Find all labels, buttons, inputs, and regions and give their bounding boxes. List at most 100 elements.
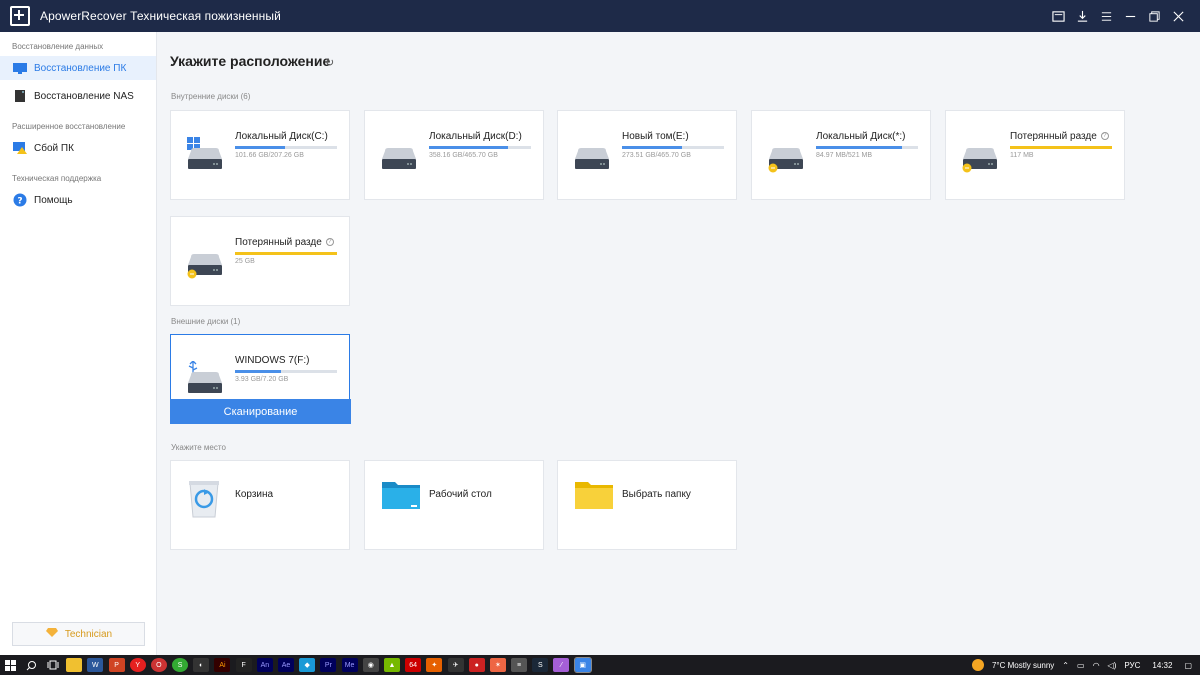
clock[interactable]: 14:32: [1152, 661, 1172, 670]
usage-bar-fill: [816, 146, 902, 149]
sidebar-group-label: Восстановление данных: [12, 42, 104, 51]
volume-icon[interactable]: ◁): [1108, 661, 1117, 670]
wifi-icon[interactable]: ◠: [1093, 661, 1100, 670]
window-controls: [1046, 0, 1190, 32]
question-icon[interactable]: ?: [325, 238, 334, 247]
usage-bar: [235, 370, 337, 373]
chevron-up-icon[interactable]: ⌃: [1062, 661, 1069, 670]
usage-bar-fill: [235, 146, 285, 149]
app-icon[interactable]: ◆: [299, 658, 316, 672]
sidebar-item-label: Восстановление NAS: [34, 90, 134, 102]
usage-bar-fill: [235, 252, 337, 255]
sidebar-item-pc-crash[interactable]: Сбой ПК: [0, 136, 156, 160]
window-title: ApowerRecover Техническая пожизненный: [40, 9, 281, 23]
close-icon[interactable]: [1166, 4, 1190, 28]
hard-drive-icon: [187, 243, 225, 284]
notifications-icon[interactable]: ▢: [1184, 661, 1192, 670]
hard-drive-icon: [962, 137, 1000, 178]
sidebar: Восстановление данных Восстановление ПК …: [0, 32, 157, 655]
search-icon[interactable]: [24, 658, 40, 672]
usage-bar: [622, 146, 724, 149]
menu-icon[interactable]: [1094, 4, 1118, 28]
usage-bar-fill: [622, 146, 683, 149]
help-icon: ?: [12, 193, 28, 207]
language-indicator[interactable]: РУС: [1124, 661, 1140, 670]
file-explorer-icon[interactable]: [66, 658, 83, 672]
task-view-icon[interactable]: [45, 658, 61, 672]
title-bar: ApowerRecover Техническая пожизненный: [0, 0, 1200, 32]
app-icon[interactable]: ✶: [489, 658, 506, 672]
upgrade-icon[interactable]: [1070, 4, 1094, 28]
app-logo-icon: [10, 6, 30, 26]
internal-disk-card[interactable]: Новый том(E:) 273.51 GB/465.70 GB: [557, 110, 737, 200]
app-icon[interactable]: ◐: [193, 658, 210, 672]
minimize-icon[interactable]: [1118, 4, 1142, 28]
network-icon[interactable]: ▭: [1077, 661, 1085, 670]
after-effects-icon[interactable]: Ae: [278, 658, 295, 672]
app-icon[interactable]: ◉: [362, 658, 379, 672]
sidebar-item-nas-recovery[interactable]: Восстановление NAS: [0, 84, 156, 108]
disk-name: Локальный Диск(*:): [816, 131, 906, 142]
sidebar-item-label: Помощь: [34, 194, 73, 206]
media-encoder-icon[interactable]: Me: [341, 658, 358, 672]
usage-bar-fill: [429, 146, 508, 149]
disk-name: Потерянный разде: [1010, 131, 1097, 142]
animate-icon[interactable]: An: [256, 658, 273, 672]
internal-disk-card[interactable]: Локальный Диск(C:) 101.66 GB/207.26 GB: [170, 110, 350, 200]
app-icon[interactable]: ✦: [426, 658, 443, 672]
desktop-folder-icon: [381, 479, 421, 516]
figma-icon[interactable]: F: [235, 658, 252, 672]
recycle-bin-icon: [187, 479, 221, 524]
usage-bar-fill: [1010, 146, 1112, 149]
question-icon[interactable]: ?: [1100, 132, 1109, 141]
restore-icon[interactable]: [1142, 4, 1166, 28]
powerpoint-icon[interactable]: P: [108, 658, 125, 672]
disk-size: 273.51 GB/465.70 GB: [622, 152, 691, 159]
weather-text[interactable]: 7°C Mostly sunny: [992, 661, 1054, 670]
usage-bar: [235, 146, 337, 149]
folder-icon: [574, 479, 614, 516]
premiere-icon[interactable]: Pr: [320, 658, 337, 672]
system-tray: 7°C Mostly sunny ⌃ ▭ ◠ ◁) РУС 14:32 ▢: [971, 655, 1200, 675]
sidebar-item-help[interactable]: ? Помощь: [0, 188, 156, 212]
location-card[interactable]: Корзина: [170, 460, 350, 550]
pc-crash-icon: [12, 141, 28, 155]
usage-bar: [235, 252, 337, 255]
feedback-icon[interactable]: [1046, 4, 1070, 28]
app-icon[interactable]: ≡: [511, 658, 528, 672]
internal-disk-card[interactable]: Потерянный разде? 25 GB: [170, 216, 350, 306]
word-icon[interactable]: W: [87, 658, 104, 672]
sidebar-item-pc-recovery[interactable]: Восстановление ПК: [0, 56, 156, 80]
external-disks-label: Внешние диски (1): [171, 317, 241, 326]
app-icon[interactable]: ✈: [447, 658, 464, 672]
windows-start-icon[interactable]: [3, 658, 19, 672]
disk-size: 101.66 GB/207.26 GB: [235, 152, 304, 159]
location-name: Выбрать папку: [622, 489, 691, 500]
hard-drive-icon: [768, 137, 806, 178]
location-card[interactable]: Рабочий стол: [364, 460, 544, 550]
refresh-icon[interactable]: ↻: [325, 56, 334, 69]
system-drive-icon: [187, 137, 225, 178]
app-icon[interactable]: S: [172, 658, 189, 672]
apowerrecover-taskbar-icon[interactable]: ▣: [573, 657, 592, 673]
internal-disk-card[interactable]: Потерянный разде? 117 MB: [945, 110, 1125, 200]
technician-label: Technician: [64, 628, 113, 640]
illustrator-icon[interactable]: Ai: [214, 658, 231, 672]
scan-button[interactable]: Сканирование: [170, 399, 351, 424]
app-icon[interactable]: ⁄: [553, 658, 570, 672]
opera-icon[interactable]: O: [150, 658, 167, 672]
disk-size: 84.97 MB/521 MB: [816, 152, 873, 159]
page-title: Укажите расположение: [170, 53, 331, 69]
steam-icon[interactable]: S: [532, 658, 549, 672]
technician-button[interactable]: Technician: [12, 622, 145, 646]
monitor-icon: [12, 61, 28, 75]
internal-disk-card[interactable]: Локальный Диск(D:) 358.16 GB/465.70 GB: [364, 110, 544, 200]
location-card[interactable]: Выбрать папку: [557, 460, 737, 550]
disk-size: 117 MB: [1010, 152, 1034, 159]
app-icon[interactable]: 64: [405, 658, 422, 672]
nvidia-icon[interactable]: ▲: [383, 658, 400, 672]
internal-disk-card[interactable]: Локальный Диск(*:) 84.97 MB/521 MB: [751, 110, 931, 200]
disk-name: WINDOWS 7(F:): [235, 355, 310, 366]
yandex-icon[interactable]: Y: [129, 658, 146, 672]
app-icon[interactable]: ●: [468, 658, 485, 672]
